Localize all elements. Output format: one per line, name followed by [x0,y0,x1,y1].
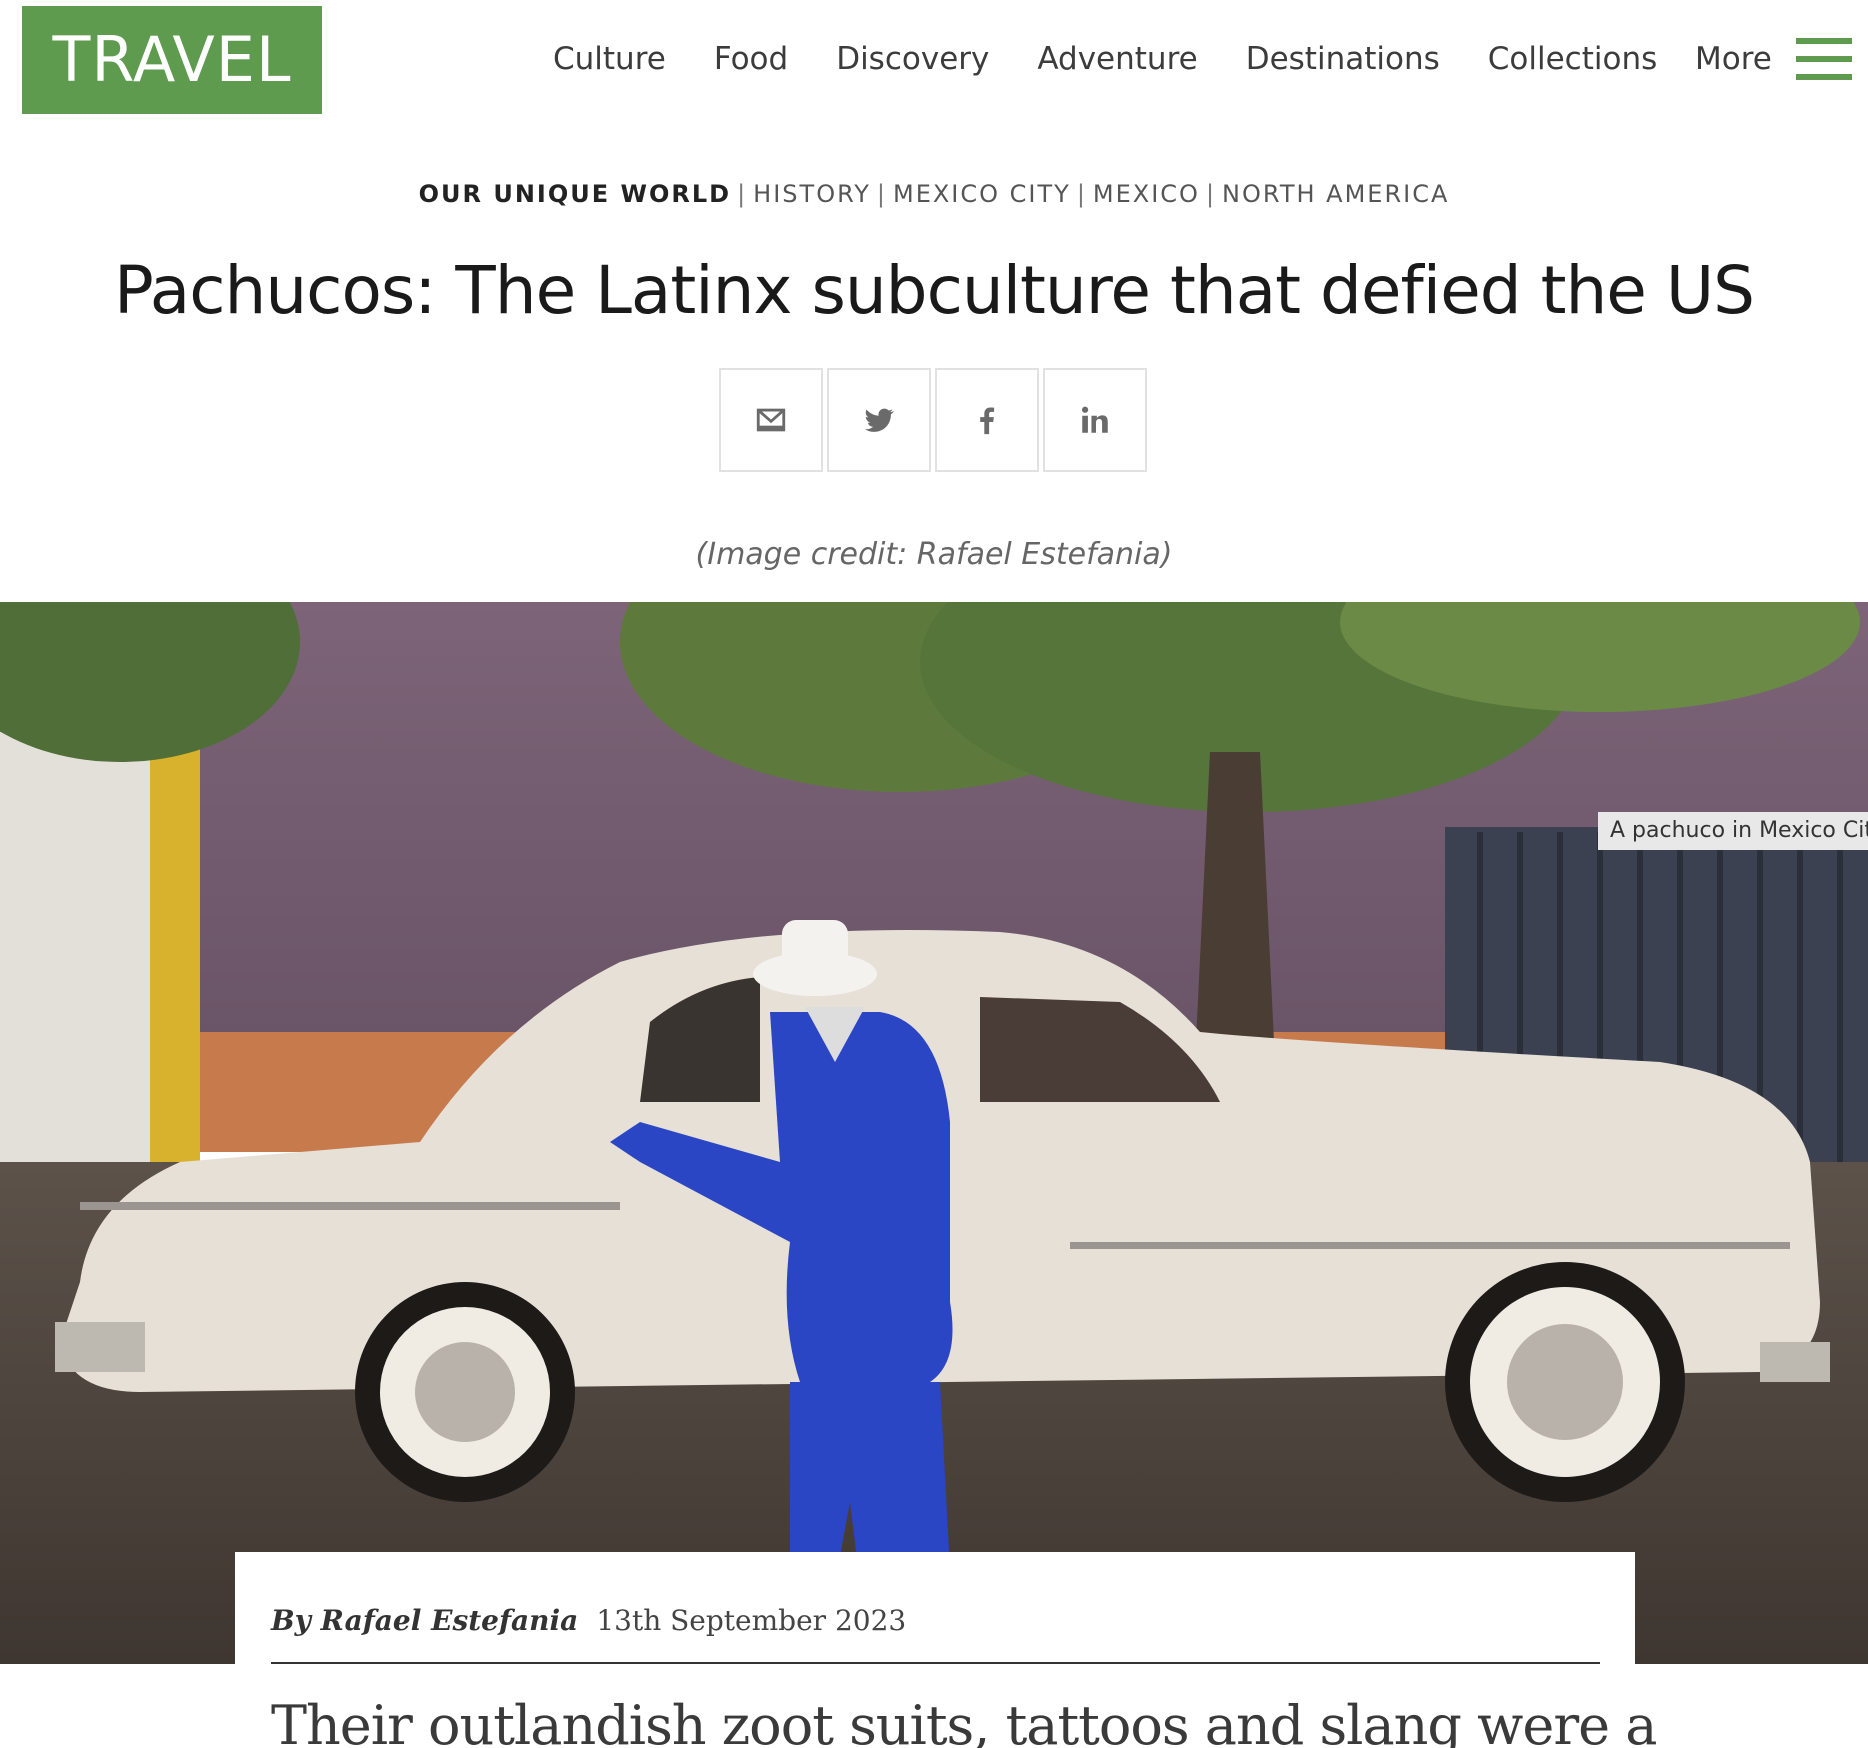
article-tags: OUR UNIQUE WORLD | HISTORY | MEXICO CITY | MEX… [0,180,1868,208]
twitter-icon [864,408,894,432]
hero-illustration [0,602,1868,1664]
more-menu-button[interactable]: More [1695,0,1852,118]
publish-date: 13th September 2023 [596,1604,907,1637]
nav-collections[interactable]: Collections [1488,41,1658,77]
tag-our-unique-world[interactable]: OUR UNIQUE WORLD [419,180,731,208]
image-caption: A pachuco in Mexico City [1598,812,1868,850]
article-lede: Their outlandish zoot suits, tattoos and… [271,1694,1657,1748]
linkedin-icon [1081,406,1108,433]
tag-mexico[interactable]: MEXICO [1093,180,1200,208]
site-header: TRAVEL Culture Food Discovery Adventure … [0,0,1868,118]
tag-north-america[interactable]: NORTH AMERICA [1222,180,1449,208]
share-facebook-button[interactable] [935,368,1039,472]
article-title: Pachucos: The Latinx subculture that def… [113,252,1755,329]
share-twitter-button[interactable] [827,368,931,472]
share-bar [719,368,1151,472]
tag-separator: | [737,180,748,208]
facebook-icon [980,407,995,435]
tag-mexico-city[interactable]: MEXICO CITY [893,180,1071,208]
article-byline-card: By Rafael Estefania 13th September 2023 T… [235,1552,1657,1748]
nav-adventure[interactable]: Adventure [1037,41,1197,77]
travel-logo[interactable]: TRAVEL [22,6,322,114]
nav-culture[interactable]: Culture [553,41,666,77]
nav-food[interactable]: Food [714,41,788,77]
share-email-button[interactable] [719,368,823,472]
tag-separator: | [876,180,887,208]
tag-separator: | [1205,180,1217,208]
hamburger-menu-icon [1795,38,1852,80]
byline: By Rafael Estefania 13th September 2023 [271,1604,906,1637]
image-credit: (Image credit: Rafael Estefania) [695,537,1173,572]
hero-image [0,602,1868,1664]
email-icon [756,408,786,432]
tag-history[interactable]: HISTORY [753,180,871,208]
main-nav: Culture Food Discovery Adventure Destina… [553,0,1705,118]
nav-destinations[interactable]: Destinations [1246,41,1440,77]
nav-discovery[interactable]: Discovery [836,41,989,77]
share-linkedin-button[interactable] [1043,368,1147,472]
byline-divider [271,1662,1600,1664]
author-link[interactable]: By Rafael Estefania [271,1604,578,1637]
tag-separator: | [1076,180,1087,208]
more-label: More [1695,41,1772,77]
